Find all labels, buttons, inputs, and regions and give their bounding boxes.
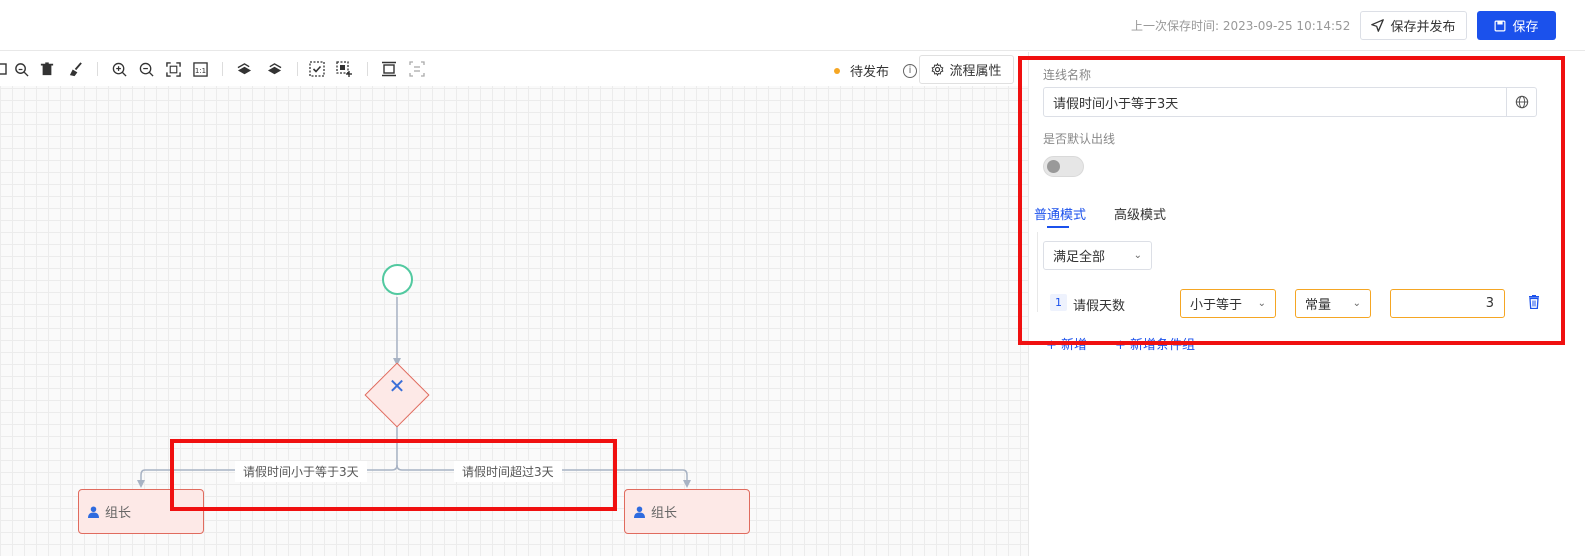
match-mode-value: 满足全部 [1053, 250, 1106, 265]
user-task-node-right[interactable]: 组长 [624, 489, 750, 534]
edge-left-arrowhead [137, 480, 145, 488]
task-label: 组长 [105, 506, 132, 521]
line-name-field[interactable]: 请假时间小于等于3天 [1043, 87, 1537, 117]
save-button[interactable]: 保存 [1477, 11, 1556, 40]
tab-normal-mode[interactable]: 普通模式 [1034, 204, 1086, 223]
condition-value-input[interactable]: 3 [1390, 289, 1505, 318]
task-label: 组长 [651, 506, 678, 521]
edge-right-arrowhead [683, 480, 691, 488]
match-mode-select[interactable]: 满足全部 ⌄ [1043, 241, 1152, 270]
add-condition-button[interactable]: + 新增 [1046, 334, 1087, 353]
chevron-down-icon: ⌄ [1352, 298, 1361, 309]
last-save-time: 2023-09-25 10:14:52 [1222, 19, 1351, 33]
operator-select[interactable]: 小于等于 ⌄ [1180, 289, 1276, 318]
add-condition-group-label: 新增条件组 [1130, 338, 1196, 353]
condition-index: 1 [1050, 294, 1067, 311]
save-and-publish-label: 保存并发布 [1390, 20, 1456, 35]
value-type-select[interactable]: 常量 ⌄ [1295, 289, 1371, 318]
active-tab-indicator [1047, 226, 1069, 228]
start-event-node[interactable] [382, 264, 413, 295]
line-name-label: 连线名称 [1043, 68, 1092, 82]
globe-icon[interactable] [1506, 88, 1536, 116]
trash-icon[interactable] [1528, 295, 1542, 311]
last-save-label: 上一次保存时间: [1131, 19, 1220, 33]
line-name-value[interactable]: 请假时间小于等于3天 [1044, 93, 1506, 112]
save-and-publish-button[interactable]: 保存并发布 [1360, 11, 1467, 40]
operator-value: 小于等于 [1190, 298, 1243, 313]
gateway-x-icon: ✕ [388, 374, 406, 398]
floppy-icon [1495, 20, 1506, 31]
edge-label-right[interactable]: 请假时间超过3天 [454, 461, 562, 482]
add-condition-label: 新增 [1061, 338, 1088, 353]
plus-icon: + [1046, 338, 1062, 353]
add-condition-group-button[interactable]: + 新增条件组 [1115, 334, 1195, 353]
last-save-info: 上一次保存时间: 2023-09-25 10:14:52 [1131, 17, 1350, 34]
user-task-node-left[interactable]: 组长 [78, 489, 204, 534]
chevron-down-icon: ⌄ [1133, 250, 1142, 261]
user-icon [634, 506, 645, 518]
plus-icon: + [1115, 338, 1131, 353]
default-line-label: 是否默认出线 [1043, 132, 1116, 146]
value-type-value: 常量 [1305, 298, 1332, 313]
toggle-knob [1047, 160, 1060, 173]
tab-advanced-mode[interactable]: 高级模式 [1114, 204, 1166, 223]
user-icon [88, 506, 99, 518]
edge-label-left[interactable]: 请假时间小于等于3天 [235, 461, 367, 482]
condition-field[interactable]: 请假天数 [1073, 295, 1125, 314]
save-label: 保存 [1512, 20, 1539, 35]
default-line-toggle[interactable] [1043, 156, 1084, 177]
chevron-down-icon: ⌄ [1257, 298, 1266, 309]
condition-group-line [1037, 232, 1038, 312]
send-icon [1371, 19, 1385, 32]
